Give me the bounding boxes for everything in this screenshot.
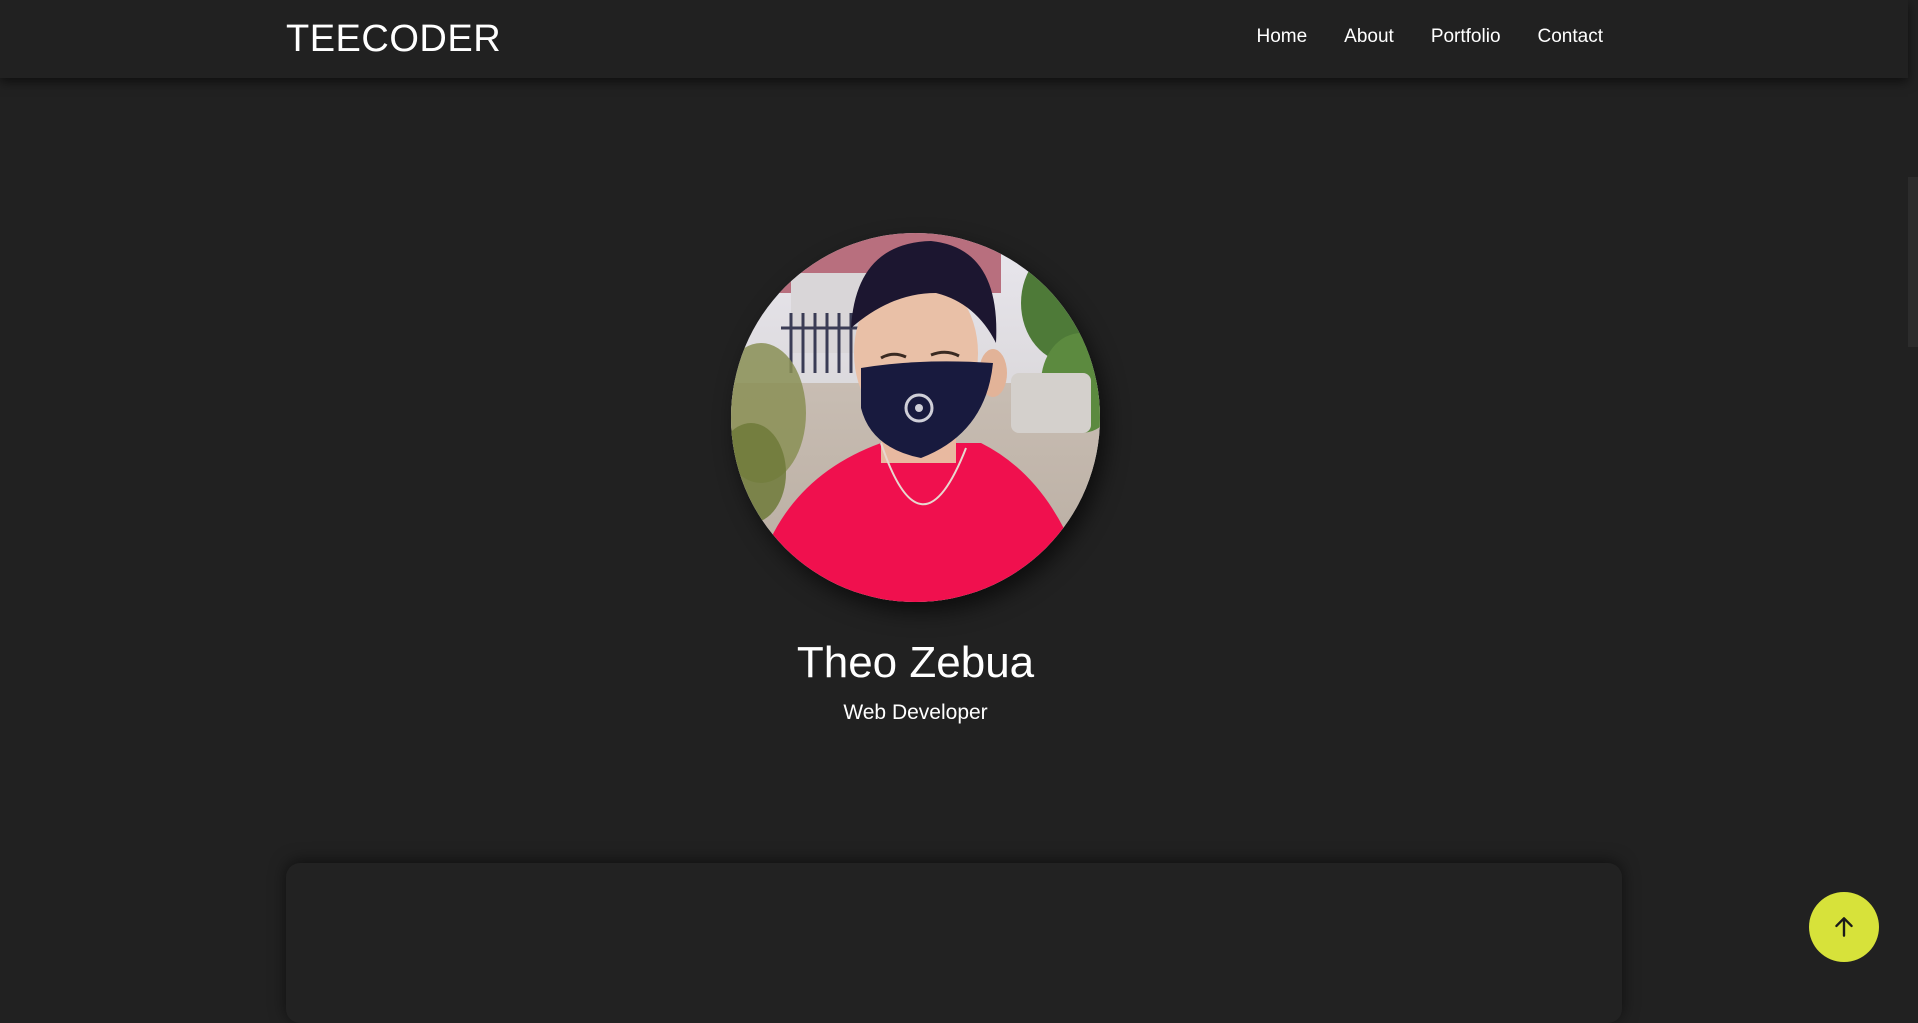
nav-link-contact[interactable]: Contact [1538,26,1603,48]
profile-name: Theo Zebua [796,638,1035,687]
profile-role: Web Developer [843,701,988,724]
profile-photo [731,233,1100,602]
nav-link-about[interactable]: About [1344,26,1394,48]
navbar: TEECODER Home About Portfolio Contact [0,0,1908,78]
scrollbar-track[interactable] [1908,0,1918,991]
profile-avatar [731,233,1100,602]
about-card [286,863,1622,1023]
arrow-up-icon [1835,917,1853,937]
brand-logo[interactable]: TEECODER [286,18,501,61]
nav-link-portfolio[interactable]: Portfolio [1431,26,1501,48]
nav-link-home[interactable]: Home [1256,26,1307,48]
back-to-top-button[interactable] [1809,892,1879,962]
scrollbar-thumb[interactable] [1908,177,1918,347]
nav-links: Home About Portfolio Contact [1256,26,1603,48]
hero-section: Theo Zebua Web Developer [0,78,1908,1023]
